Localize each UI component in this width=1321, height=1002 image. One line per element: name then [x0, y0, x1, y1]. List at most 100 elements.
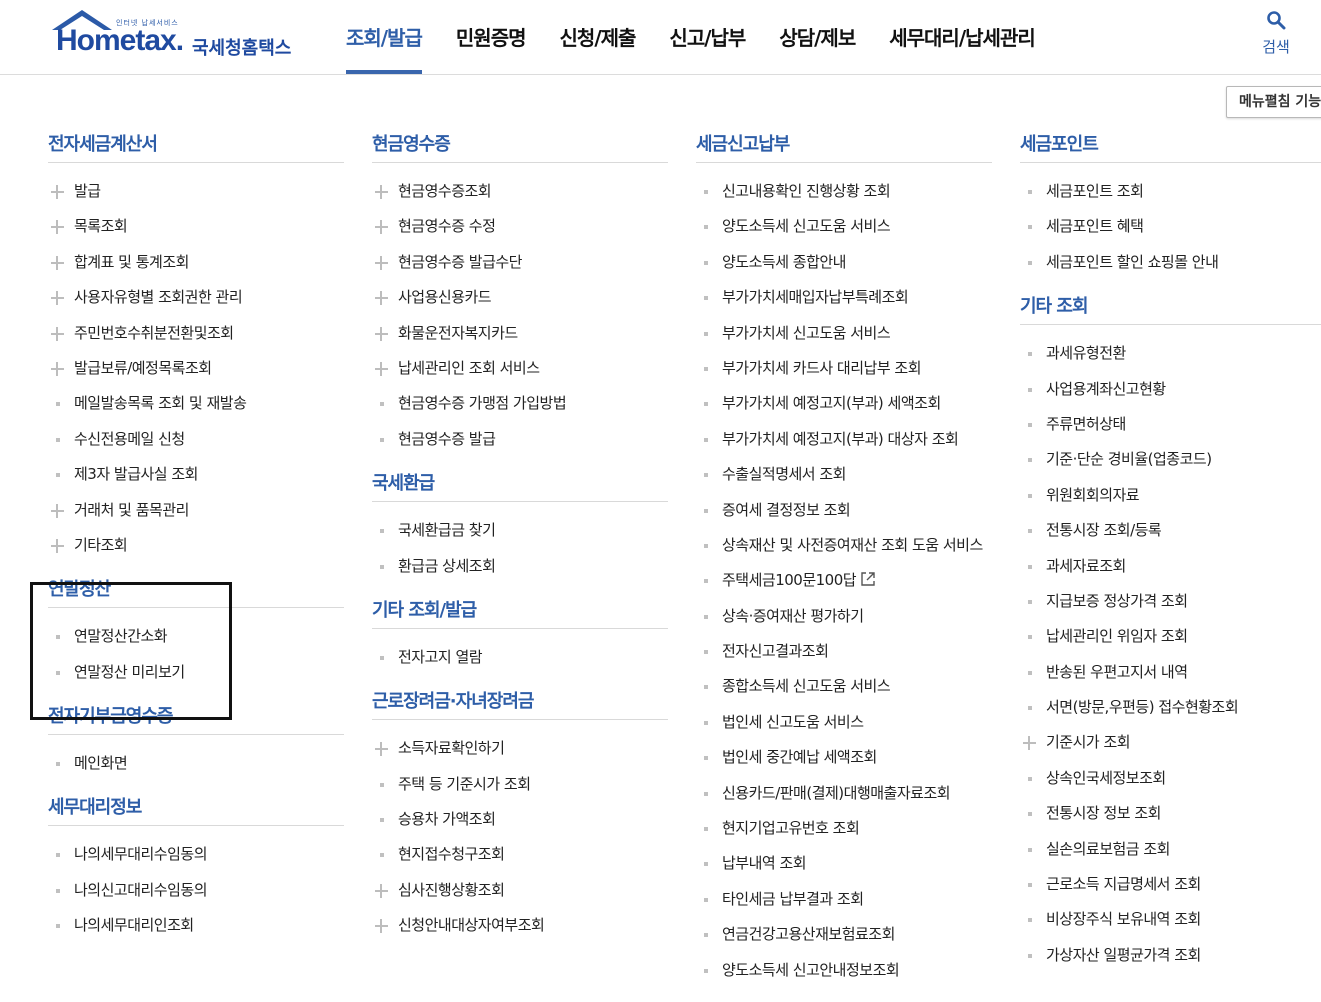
menu-item[interactable]: 과세유형전환 — [1020, 336, 1321, 371]
menu-item[interactable]: 전통시장 정보 조회 — [1020, 796, 1321, 831]
nav-item-3[interactable]: 신청/제출 — [560, 0, 637, 74]
menu-item[interactable]: 상속인국세정보조회 — [1020, 761, 1321, 796]
menu-item[interactable]: 기준시가 조회 — [1020, 725, 1321, 760]
bullet-icon — [1022, 690, 1036, 725]
menu-item[interactable]: 부가가치세 예정고지(부과) 세액조회 — [696, 386, 992, 421]
menu-item[interactable]: 세금포인트 할인 쇼핑몰 안내 — [1020, 245, 1321, 280]
menu-item-label: 납세관리인 위임자 조회 — [1046, 627, 1188, 646]
menu-group-title[interactable]: 세무대리정보 — [48, 791, 344, 827]
nav-item-6[interactable]: 세무대리/납세관리 — [889, 0, 1036, 74]
menu-item[interactable]: 발급 — [48, 174, 344, 209]
menu-item[interactable]: 메일발송목록 조회 및 재발송 — [48, 386, 344, 421]
hometax-logo[interactable]: 인터넷 납세서비스 Hometax. 국세청홈택스 — [48, 8, 308, 64]
menu-item[interactable]: 승용차 가액조회 — [372, 802, 668, 837]
menu-item[interactable]: 거래처 및 품목관리 — [48, 493, 344, 528]
menu-item[interactable]: 신청안내대상자여부조회 — [372, 908, 668, 943]
menu-item[interactable]: 소득자료확인하기 — [372, 731, 668, 766]
menu-item[interactable]: 국세환급금 찾기 — [372, 513, 668, 548]
menu-item[interactable]: 현금영수증 가맹점 가입방법 — [372, 386, 668, 421]
menu-item[interactable]: 연금건강고용산재보험료조회 — [696, 917, 992, 952]
menu-item[interactable]: 제3자 발급사실 조회 — [48, 457, 344, 492]
menu-item[interactable]: 신고내용확인 진행상황 조회 — [696, 174, 992, 209]
menu-item[interactable]: 양도소득세 신고안내정보조회 — [696, 953, 992, 988]
menu-item[interactable]: 현금영수증 발급수단 — [372, 245, 668, 280]
menu-item[interactable]: 납세관리인 조회 서비스 — [372, 351, 668, 386]
menu-item[interactable]: 부가가치세 신고도움 서비스 — [696, 316, 992, 351]
menu-item[interactable]: 전통시장 조회/등록 — [1020, 513, 1321, 548]
search-button[interactable]: 검색 — [1256, 10, 1296, 60]
menu-item[interactable]: 상속·증여재산 평가하기 — [696, 599, 992, 634]
menu-item[interactable]: 나의신고대리수임동의 — [48, 873, 344, 908]
menu-item[interactable]: 양도소득세 종합안내 — [696, 245, 992, 280]
menu-group-title[interactable]: 기타 조회 — [1020, 290, 1321, 326]
menu-item[interactable]: 부가가치세매입자납부특례조회 — [696, 280, 992, 315]
menu-item[interactable]: 주택세금100문100답 — [696, 563, 992, 598]
menu-item[interactable]: 납부내역 조회 — [696, 846, 992, 881]
menu-item[interactable]: 주민번호수취분전환및조회 — [48, 316, 344, 351]
menu-item[interactable]: 발급보류/예정목록조회 — [48, 351, 344, 386]
menu-item[interactable]: 신용카드/판매(결제)대행매출자료조회 — [696, 776, 992, 811]
menu-item[interactable]: 현금영수증조회 — [372, 174, 668, 209]
menu-item[interactable]: 납세관리인 위임자 조회 — [1020, 619, 1321, 654]
menu-item[interactable]: 과세자료조회 — [1020, 549, 1321, 584]
menu-group-title[interactable]: 전자세금계산서 — [48, 128, 344, 163]
menu-item[interactable]: 주류면허상태 — [1020, 407, 1321, 442]
menu-item[interactable]: 부가가치세 카드사 대리납부 조회 — [696, 351, 992, 386]
menu-item[interactable]: 법인세 신고도움 서비스 — [696, 705, 992, 740]
menu-item[interactable]: 현금영수증 발급 — [372, 422, 668, 457]
menu-item[interactable]: 세금포인트 혜택 — [1020, 209, 1321, 244]
menu-item[interactable]: 주택 등 기준시가 조회 — [372, 767, 668, 802]
menu-item[interactable]: 서면(방문,우편등) 접수현황조회 — [1020, 690, 1321, 725]
menu-item[interactable]: 현지접수청구조회 — [372, 837, 668, 872]
menu-item[interactable]: 사용자유형별 조회권한 관리 — [48, 280, 344, 315]
menu-item-label: 세금포인트 할인 쇼핑몰 안내 — [1046, 252, 1219, 271]
menu-item[interactable]: 사업용계좌신고현황 — [1020, 372, 1321, 407]
menu-item[interactable]: 합계표 및 통계조회 — [48, 245, 344, 280]
menu-item[interactable]: 부가가치세 예정고지(부과) 대상자 조회 — [696, 422, 992, 457]
menu-item[interactable]: 비상장주식 보유내역 조회 — [1020, 902, 1321, 937]
menu-group-title[interactable]: 세금포인트 — [1020, 128, 1321, 163]
menu-item[interactable]: 기타조회 — [48, 528, 344, 563]
menu-group-title[interactable]: 세금신고납부 — [696, 128, 992, 163]
menu-item[interactable]: 나의세무대리인조회 — [48, 908, 344, 943]
menu-item-list: 국세환급금 찾기 환급금 상세조회 — [372, 513, 668, 594]
menu-group-title[interactable]: 기타 조회/발급 — [372, 594, 668, 629]
menu-item[interactable]: 심사진행상황조회 — [372, 873, 668, 908]
menu-item[interactable]: 메인화면 — [48, 746, 344, 781]
nav-item-1[interactable]: 조회/발급 — [346, 0, 423, 74]
menu-item[interactable]: 전자신고결과조회 — [696, 634, 992, 669]
menu-group-title[interactable]: 현금영수증 — [372, 128, 668, 163]
menu-item[interactable]: 사업용신용카드 — [372, 280, 668, 315]
menu-item[interactable]: 지급보증 정상가격 조회 — [1020, 584, 1321, 619]
menu-item[interactable]: 가상자산 일평균가격 조회 — [1020, 938, 1321, 973]
menu-item[interactable]: 실손의료보험금 조회 — [1020, 832, 1321, 867]
menu-group-title[interactable]: 국세환급 — [372, 467, 668, 503]
menu-item[interactable]: 환급금 상세조회 — [372, 549, 668, 584]
menu-item[interactable]: 수출실적명세서 조회 — [696, 457, 992, 492]
menu-expand-button[interactable]: 메뉴펼침 기능 — [1226, 86, 1321, 118]
menu-item[interactable]: 기준·단순 경비율(업종코드) — [1020, 442, 1321, 477]
menu-item[interactable]: 법인세 중간예납 세액조회 — [696, 740, 992, 775]
menu-item[interactable]: 양도소득세 신고도움 서비스 — [696, 209, 992, 244]
menu-item[interactable]: 화물운전자복지카드 — [372, 316, 668, 351]
menu-item[interactable]: 타인세금 납부결과 조회 — [696, 882, 992, 917]
nav-item-2[interactable]: 민원증명 — [456, 0, 527, 74]
menu-item[interactable]: 수신전용메일 신청 — [48, 422, 344, 457]
menu-item[interactable]: 증여세 결정정보 조회 — [696, 493, 992, 528]
menu-item[interactable]: 나의세무대리수임동의 — [48, 837, 344, 872]
nav-item-5[interactable]: 상담/제보 — [779, 0, 856, 74]
menu-item[interactable]: 세금포인트 조회 — [1020, 174, 1321, 209]
menu-item[interactable]: 현지기업고유번호 조회 — [696, 811, 992, 846]
menu-item[interactable]: 반송된 우편고지서 내역 — [1020, 655, 1321, 690]
menu-item[interactable]: 위원회회의자료 — [1020, 478, 1321, 513]
nav-item-4[interactable]: 신고/납부 — [669, 0, 746, 74]
menu-item[interactable]: 목록조회 — [48, 209, 344, 244]
menu-group-title[interactable]: 근로장려금·자녀장려금 — [372, 685, 668, 721]
menu-item[interactable]: 근로소득 지급명세서 조회 — [1020, 867, 1321, 902]
bullet-icon — [50, 837, 64, 872]
menu-item[interactable]: 현금영수증 수정 — [372, 209, 668, 244]
menu-item[interactable]: 종합소득세 신고도움 서비스 — [696, 669, 992, 704]
menu-item-label: 부가가치세 신고도움 서비스 — [722, 323, 891, 342]
menu-item[interactable]: 전자고지 열람 — [372, 640, 668, 675]
menu-item[interactable]: 상속재산 및 사전증여재산 조회 도움 서비스 — [696, 528, 992, 563]
